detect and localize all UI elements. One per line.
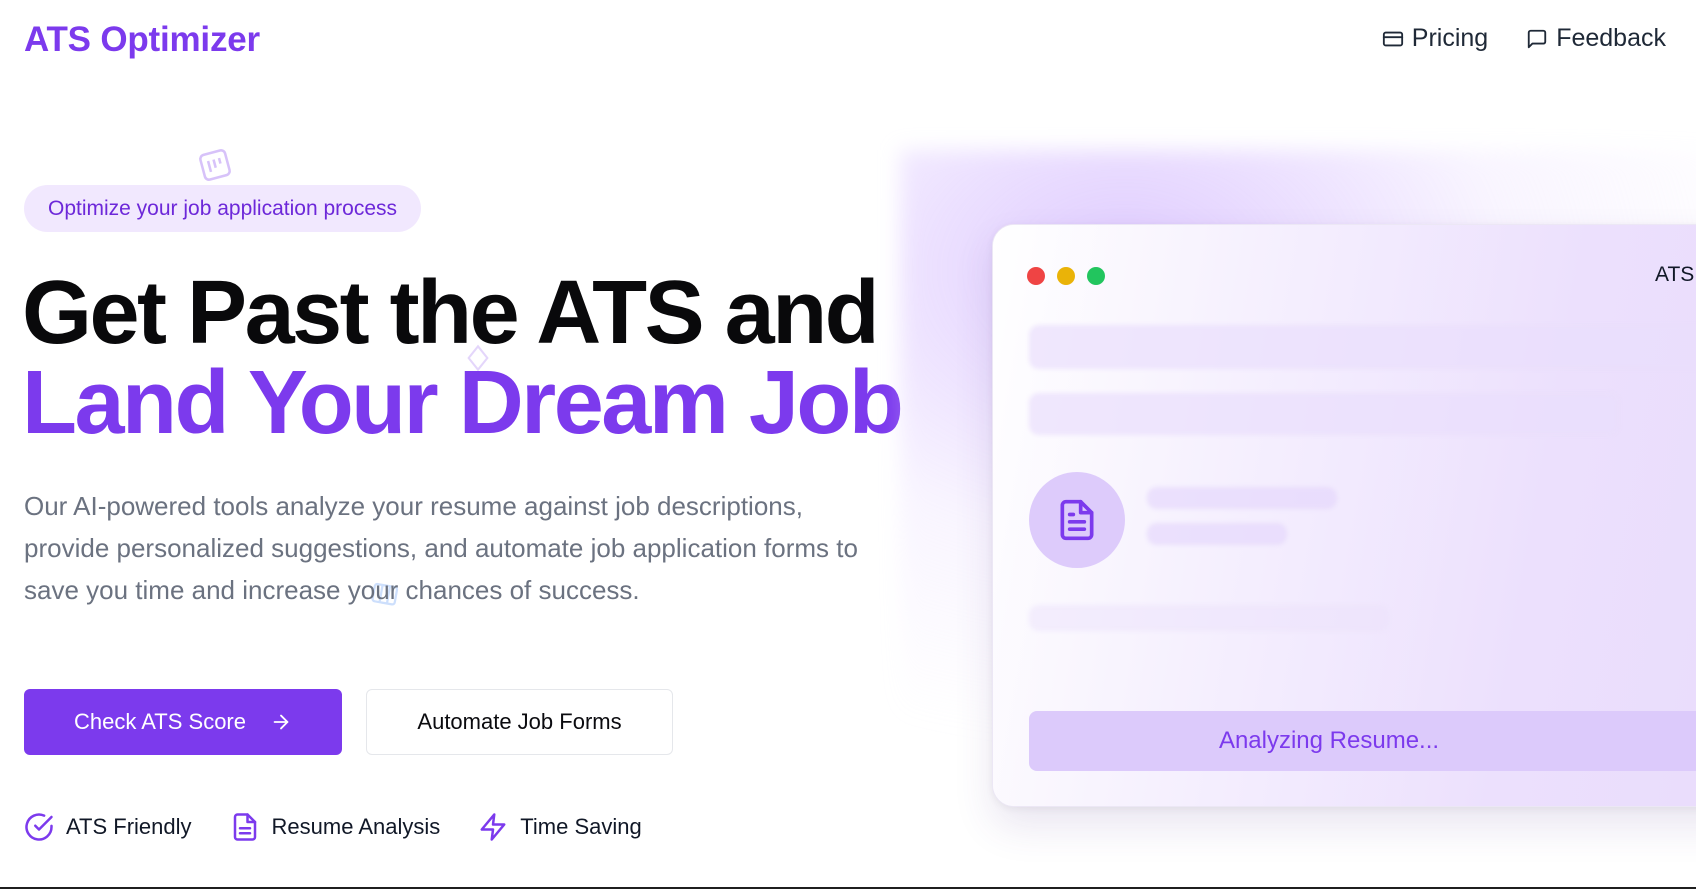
floating-document-icon	[199, 149, 231, 181]
nav-feedback-label: Feedback	[1556, 24, 1666, 52]
skeleton-line	[1147, 523, 1287, 545]
hero-badge: Optimize your job application process	[24, 185, 422, 232]
nav-feedback[interactable]: Feedback	[1526, 24, 1666, 53]
window-title: ATS	[1655, 263, 1695, 286]
nav-pricing[interactable]: Pricing	[1382, 24, 1488, 53]
feature-label: Resume Analysis	[271, 814, 441, 839]
skeleton-line	[1029, 325, 1696, 369]
feature-resume-analysis: Resume Analysis	[230, 812, 441, 842]
message-square-icon	[1528, 29, 1547, 48]
app-preview-window: ATS Analyzing Resume...	[992, 224, 1696, 807]
hero-title-line1: Get Past the ATS and	[22, 263, 880, 363]
arrow-right-icon	[273, 714, 289, 730]
automate-job-forms-button[interactable]: Automate Job Forms	[366, 689, 673, 755]
skeleton-line	[1147, 487, 1337, 509]
skeleton-line	[1029, 393, 1619, 435]
file-text-icon	[233, 813, 256, 841]
credit-card-icon	[1382, 31, 1403, 46]
feature-ats-friendly: ATS Friendly	[24, 812, 192, 842]
automate-job-forms-label: Automate Job Forms	[417, 709, 622, 734]
window-maximize-dot	[1087, 267, 1105, 285]
check-circle-icon	[25, 813, 53, 841]
resume-document-badge	[1029, 472, 1125, 568]
brand-logo[interactable]: ATS Optimizer	[24, 20, 260, 60]
file-text-icon	[1060, 499, 1094, 541]
feature-label: Time Saving	[520, 814, 642, 839]
feature-time-saving: Time Saving	[478, 812, 642, 842]
hero-title-line2: Land Your Dream Job	[22, 353, 904, 453]
window-close-dot	[1027, 267, 1045, 285]
analyzing-status-label: Analyzing Resume...	[1218, 727, 1440, 754]
feature-list: ATS Friendly Resume Analysis Time Saving	[24, 812, 642, 842]
landing-page: ATS Optimizer Pricing Feedback Optimize …	[0, 0, 1696, 889]
skeleton-line	[1029, 605, 1389, 631]
zap-icon	[480, 813, 506, 841]
window-minimize-dot	[1057, 267, 1075, 285]
top-nav: Pricing Feedback	[1382, 24, 1666, 53]
check-ats-score-label: Check ATS Score	[74, 709, 246, 734]
nav-pricing-label: Pricing	[1411, 24, 1489, 52]
analyzing-status-bar: Analyzing Resume...	[1029, 711, 1696, 771]
feature-label: ATS Friendly	[66, 814, 192, 839]
hero-description: Our AI-powered tools analyze your resume…	[24, 491, 858, 605]
check-ats-score-button[interactable]: Check ATS Score	[24, 689, 342, 755]
